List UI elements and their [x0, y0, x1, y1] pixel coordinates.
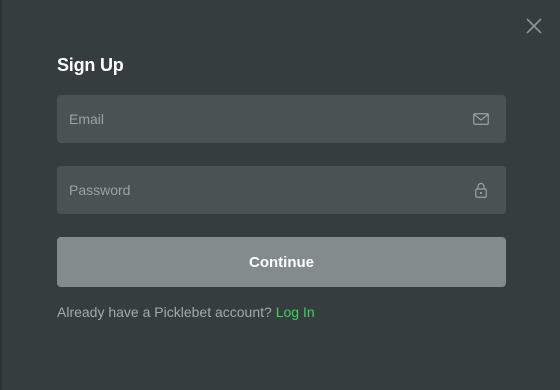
continue-button[interactable]: Continue [57, 237, 506, 287]
close-icon [526, 18, 542, 34]
login-prompt: Already have a Picklebet account? Log In [57, 304, 315, 320]
email-input[interactable] [57, 95, 506, 143]
password-input[interactable] [57, 166, 506, 214]
close-button[interactable] [524, 16, 544, 36]
envelope-icon [472, 110, 490, 128]
login-prompt-text: Already have a Picklebet account? [57, 304, 272, 320]
email-field-container [57, 95, 506, 143]
password-field-container [57, 166, 506, 214]
modal-title: Sign Up [57, 55, 124, 75]
background-edge [0, 0, 2, 390]
lock-icon [472, 181, 490, 199]
sign-up-modal: Sign Up Continue Already have a Picklebe… [0, 0, 560, 390]
login-link[interactable]: Log In [276, 304, 315, 320]
